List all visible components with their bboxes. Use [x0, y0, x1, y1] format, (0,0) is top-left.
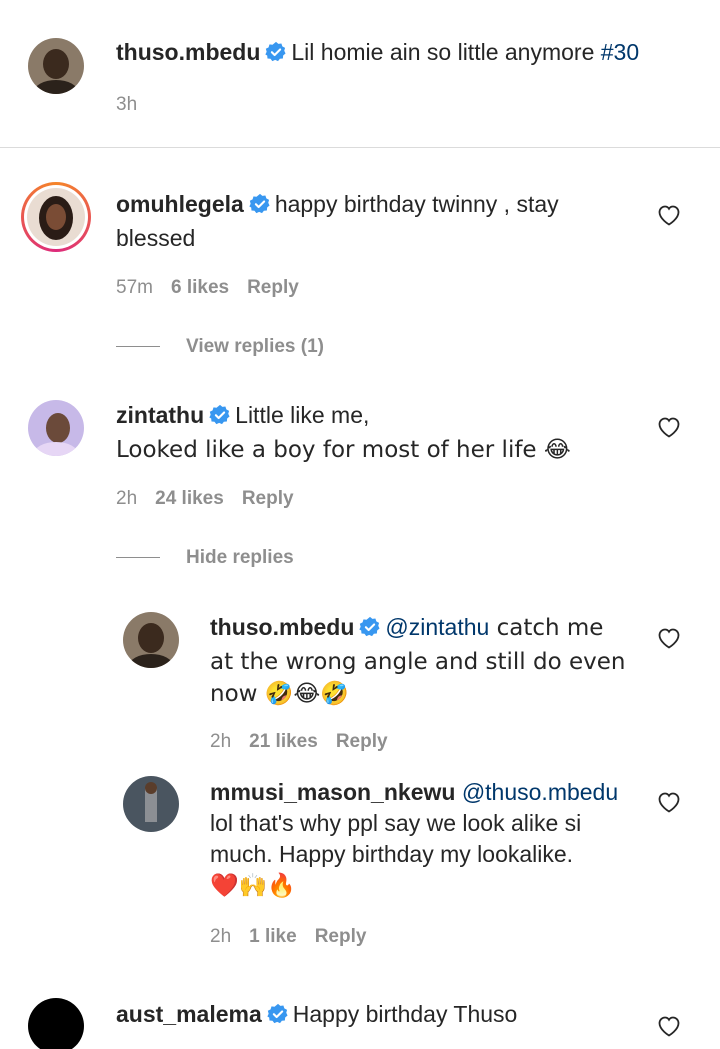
reply-likes[interactable]: 21 likes — [249, 731, 318, 752]
reply-button[interactable]: Reply — [315, 926, 367, 947]
comment-time: 2h — [116, 488, 138, 509]
avatar-aust-malema[interactable] — [28, 998, 84, 1049]
reply-meta: 2h 1 like Reply — [210, 926, 384, 948]
reply-text: mmusi_mason_nkewu @thuso.mbedu lol that's… — [210, 777, 635, 902]
reply-meta: 2h 21 likes Reply — [210, 731, 406, 753]
caption-divider — [0, 147, 720, 148]
verified-badge-icon — [249, 192, 271, 223]
comment-likes[interactable]: 6 likes — [171, 277, 229, 298]
reply-body: lol that's why ppl say we look alike si … — [210, 810, 582, 867]
caption-time: 3h — [116, 94, 138, 115]
heart-outline-icon[interactable] — [657, 416, 681, 438]
hide-replies-button[interactable]: Hide replies — [116, 547, 294, 569]
comment-body: Happy birthday Thuso — [292, 1001, 518, 1027]
view-replies-button[interactable]: View replies (1) — [116, 336, 324, 358]
reply-button[interactable]: Reply — [242, 488, 294, 509]
comment-likes[interactable]: 24 likes — [155, 488, 224, 509]
reply-text: thuso.mbedu @zintathu catch me at the wro… — [210, 612, 630, 710]
comment-text: zintathu Little like me, Looked like a boy… — [116, 400, 636, 466]
comments-screen: thuso.mbedu Lil homie ain so little anymo… — [0, 0, 720, 1049]
comment-username[interactable]: omuhlegela — [116, 191, 244, 217]
comment-username[interactable]: zintathu — [116, 402, 204, 428]
reply-emoji: ❤️🙌🔥 — [210, 873, 296, 899]
caption-username[interactable]: thuso.mbedu — [116, 39, 260, 65]
reply-time: 2h — [210, 731, 232, 752]
comment-body-line1: Little like me, — [235, 402, 370, 428]
avatar-thuso-mbedu[interactable] — [28, 38, 84, 94]
comment-meta: 2h 24 likes Reply — [116, 488, 312, 510]
reply-time: 2h — [210, 926, 232, 947]
reply-mention[interactable]: @thuso.mbedu — [462, 779, 618, 805]
comment-body-line2: Looked like a boy for most of her life 😂 — [116, 437, 571, 463]
comment-username[interactable]: aust_malema — [116, 1001, 262, 1027]
reply-button[interactable]: Reply — [247, 277, 299, 298]
avatar-zintathu[interactable] — [28, 400, 84, 456]
comment-time: 57m — [116, 277, 153, 298]
verified-badge-icon — [265, 40, 287, 71]
reply-button[interactable]: Reply — [336, 731, 388, 752]
hide-replies-label: Hide replies — [186, 547, 294, 568]
verified-badge-icon — [209, 403, 231, 434]
avatar-mmusi-mason-nkewu[interactable] — [123, 776, 179, 832]
verified-badge-icon — [267, 1002, 289, 1033]
avatar-omuhlegela — [27, 188, 85, 246]
reply-likes[interactable]: 1 like — [249, 926, 297, 947]
verified-badge-icon — [359, 615, 381, 646]
heart-outline-icon[interactable] — [657, 791, 681, 813]
caption-meta: 3h — [116, 94, 155, 116]
view-replies-label: View replies (1) — [186, 336, 324, 357]
caption-body: Lil homie ain so little anymore — [291, 39, 601, 65]
reply-username[interactable]: mmusi_mason_nkewu — [210, 779, 455, 805]
avatar-thuso-mbedu[interactable] — [123, 612, 179, 668]
story-ring[interactable] — [21, 182, 91, 252]
comment-meta: 57m 6 likes Reply — [116, 277, 317, 299]
caption-hashtag[interactable]: #30 — [601, 39, 639, 65]
heart-outline-icon[interactable] — [657, 627, 681, 649]
reply-username[interactable]: thuso.mbedu — [210, 614, 354, 640]
heart-outline-icon[interactable] — [657, 204, 681, 226]
reply-mention[interactable]: @zintathu — [385, 614, 489, 640]
comment-text: omuhlegela happy birthday twinny , stay b… — [116, 189, 626, 254]
caption-text: thuso.mbedu Lil homie ain so little anymo… — [116, 37, 696, 71]
heart-outline-icon[interactable] — [657, 1015, 681, 1037]
comment-text: aust_malema Happy birthday Thuso — [116, 999, 636, 1033]
